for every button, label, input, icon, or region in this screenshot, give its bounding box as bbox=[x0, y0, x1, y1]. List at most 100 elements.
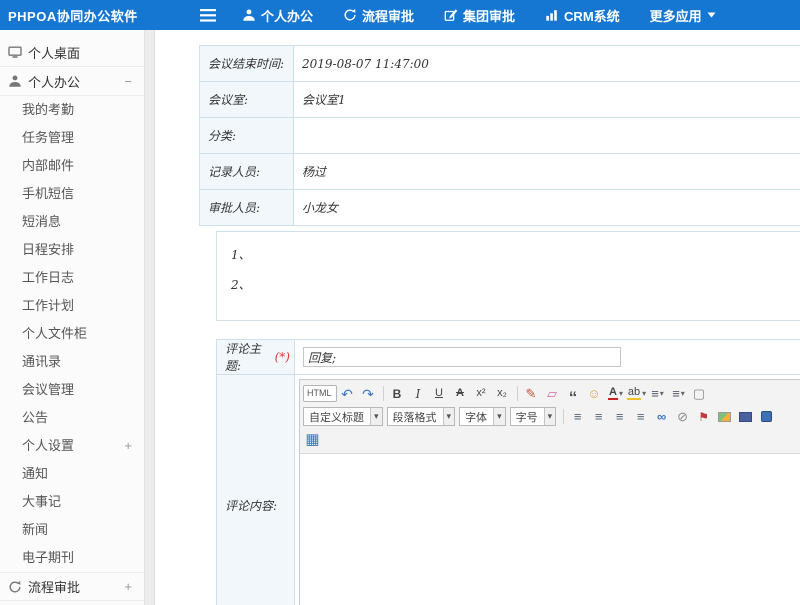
meeting-content-box: 1、 2、 bbox=[216, 231, 800, 321]
align-justify-button[interactable]: ≡ bbox=[631, 407, 651, 427]
attachment-button[interactable] bbox=[757, 407, 777, 427]
comment-subject-input[interactable] bbox=[303, 347, 621, 367]
item-toggle[interactable]: + bbox=[124, 432, 132, 460]
row-value: 会议室1 bbox=[294, 82, 800, 117]
html-source-button[interactable]: HTML bbox=[303, 385, 337, 402]
sidebar-item[interactable]: 工作计划 bbox=[0, 292, 144, 320]
bold-button[interactable]: B bbox=[388, 384, 408, 404]
toolbar-dropdown[interactable]: 字号 ▾ bbox=[510, 407, 557, 426]
blockquote-button[interactable]: “ bbox=[564, 384, 584, 404]
table-row: 审批人员: 小龙女 bbox=[200, 190, 800, 226]
row-value: 2019-08-07 11:47:00 bbox=[294, 46, 800, 81]
row-label: 分类: bbox=[200, 118, 294, 153]
video-button[interactable] bbox=[736, 407, 756, 427]
sidebar-item-workflow-approval[interactable]: 流程审批 + bbox=[0, 572, 144, 601]
clear-format-button[interactable]: ▱ bbox=[543, 384, 563, 404]
ordered-list-button[interactable]: ≡ ▾ bbox=[648, 384, 668, 404]
caret-down-icon bbox=[707, 12, 716, 18]
row-value: 小龙女 bbox=[294, 190, 800, 225]
sidebar-item[interactable]: 工作日志 bbox=[0, 264, 144, 292]
sidebar-item[interactable]: 个人设置 + bbox=[0, 432, 144, 460]
superscript-button[interactable]: x² bbox=[472, 384, 492, 404]
image-button[interactable] bbox=[715, 407, 735, 427]
hamburger-menu-icon[interactable] bbox=[200, 9, 216, 22]
emoticon-button[interactable]: ☺ bbox=[585, 384, 605, 404]
sidebar-item[interactable]: 手机短信 bbox=[0, 180, 144, 208]
sidebar-item-label: 工作日志 bbox=[22, 264, 74, 292]
sidebar-item[interactable]: 我的考勤 bbox=[0, 96, 144, 124]
sidebar-item[interactable]: 会议管理 bbox=[0, 376, 144, 404]
sidebar-section-label: 流程审批 bbox=[28, 577, 80, 596]
subscript-button[interactable]: x₂ bbox=[493, 384, 513, 404]
align-center-button[interactable]: ≡ bbox=[589, 407, 609, 427]
comment-subject-cell bbox=[295, 340, 800, 374]
align-right-button[interactable]: ≡ bbox=[610, 407, 630, 427]
nav-group-approval[interactable]: 集团审批 bbox=[444, 6, 515, 25]
sidebar-item[interactable]: 大事记 bbox=[0, 488, 144, 516]
sidebar-item-personal-office[interactable]: 个人办公 − bbox=[0, 67, 144, 96]
undo-button[interactable]: ↶ bbox=[338, 384, 358, 404]
sidebar-item-label: 个人设置 bbox=[22, 432, 74, 460]
toolbar-row-3: ▦ bbox=[303, 428, 800, 451]
row-label: 审批人员: bbox=[200, 190, 294, 225]
insert-table-button[interactable]: ▦ bbox=[303, 430, 323, 450]
flow-icon bbox=[8, 580, 22, 594]
section-toggle[interactable]: + bbox=[124, 579, 132, 594]
dropdown-caret-icon: ▾ bbox=[493, 408, 505, 425]
nav-more-apps[interactable]: 更多应用 bbox=[650, 6, 716, 25]
sidebar-item[interactable]: 公告 bbox=[0, 404, 144, 432]
sidebar-item-label: 任务管理 bbox=[22, 124, 74, 152]
nav-personal-office[interactable]: 个人办公 bbox=[242, 6, 313, 25]
comment-subject-row: 评论主题: (*) bbox=[217, 340, 800, 375]
nav-label: CRM系统 bbox=[564, 6, 620, 25]
toolbar-row-2-buttons: ≡ ≡ bbox=[560, 407, 777, 427]
sidebar-item[interactable]: 短消息 bbox=[0, 208, 144, 236]
sidebar-item[interactable]: 电子期刊 bbox=[0, 544, 144, 572]
toolbar-dropdown[interactable]: 字体 ▾ bbox=[459, 407, 506, 426]
sidebar-item[interactable]: 任务管理 bbox=[0, 124, 144, 152]
sidebar-item[interactable]: 通讯录 bbox=[0, 348, 144, 376]
sidebar-item[interactable]: 内部邮件 bbox=[0, 152, 144, 180]
editor-content-area[interactable] bbox=[300, 454, 800, 605]
sidebar-item-label: 通讯录 bbox=[22, 348, 61, 376]
sidebar-item[interactable]: 个人文件柜 bbox=[0, 320, 144, 348]
sidebar-section-label: 个人办公 bbox=[28, 72, 80, 91]
row-label: 会议室: bbox=[200, 82, 294, 117]
content-line: 1、 bbox=[231, 240, 800, 270]
sidebar-item[interactable]: 日程安排 bbox=[0, 236, 144, 264]
nav-workflow-approval[interactable]: 流程审批 bbox=[343, 6, 414, 25]
sidebar-item[interactable]: 通知 bbox=[0, 460, 144, 488]
align-left-button[interactable]: ≡ bbox=[568, 407, 588, 427]
panel-splitter[interactable] bbox=[145, 30, 155, 605]
font-color-button[interactable]: A ▾ bbox=[606, 384, 626, 404]
redo-button[interactable]: ↷ bbox=[359, 384, 379, 404]
highlight-color-button[interactable]: ab ▾ bbox=[627, 384, 647, 404]
sidebar-item-label: 大事记 bbox=[22, 488, 61, 516]
unordered-list-button[interactable]: ≡ ▾ bbox=[669, 384, 689, 404]
comment-content-label: 评论内容: bbox=[217, 375, 295, 605]
top-nav: 个人办公 流程审批 集团审批 CRM系统 更多应用 bbox=[242, 6, 716, 25]
nav-label: 流程审批 bbox=[362, 6, 414, 25]
meeting-detail-table: 会议结束时间: 2019-08-07 11:47:00 会议室: 会议室1 分类… bbox=[199, 45, 800, 226]
italic-button[interactable]: I bbox=[409, 384, 429, 404]
top-header: PHPOA协同办公软件 个人办公 流程审批 集团审批 bbox=[0, 0, 800, 30]
sidebar-section-label: 个人桌面 bbox=[28, 43, 80, 62]
underline-button[interactable]: U bbox=[430, 384, 450, 404]
section-toggle[interactable]: − bbox=[124, 74, 132, 89]
app-window: PHPOA协同办公软件 个人办公 流程审批 集团审批 bbox=[0, 0, 800, 605]
toolbar-dropdown[interactable]: 自定义标题 ▾ bbox=[303, 407, 383, 426]
new-document-button[interactable]: ▢ bbox=[690, 384, 710, 404]
anchor-button[interactable]: ⚑ bbox=[694, 407, 714, 427]
toolbar-dropdown[interactable]: 段落格式 ▾ bbox=[387, 407, 456, 426]
sidebar-item-label: 会议管理 bbox=[22, 376, 74, 404]
sidebar-item-label: 手机短信 bbox=[22, 180, 74, 208]
nav-crm-system[interactable]: CRM系统 bbox=[545, 6, 620, 25]
sidebar-item[interactable]: 新闻 bbox=[0, 516, 144, 544]
format-painter-button[interactable]: ✎ bbox=[522, 384, 542, 404]
sidebar-item-personal-desktop[interactable]: 个人桌面 bbox=[0, 38, 144, 67]
editor-toolbar: HTML ↶ bbox=[300, 380, 800, 454]
strikethrough-button[interactable]: A bbox=[451, 384, 471, 404]
link-button[interactable]: ∞ bbox=[652, 407, 672, 427]
user-icon bbox=[8, 74, 22, 88]
unlink-button[interactable]: ⊘ bbox=[673, 407, 693, 427]
